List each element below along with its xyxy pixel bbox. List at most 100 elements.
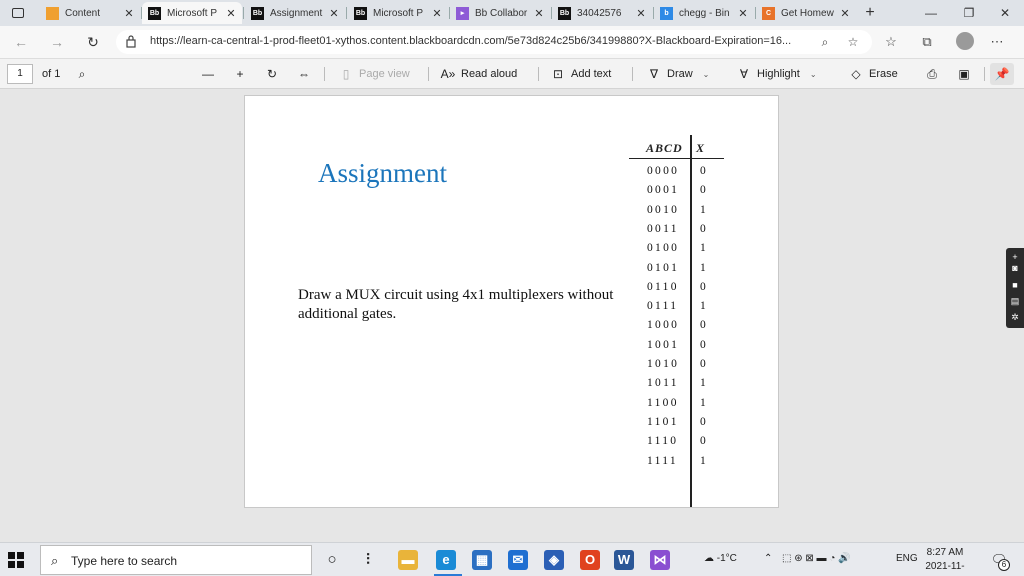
office-icon[interactable]: O bbox=[580, 550, 600, 570]
forward-button[interactable]: → bbox=[46, 32, 68, 52]
tab-title: 34042576 bbox=[577, 7, 622, 19]
favorites-icon[interactable]: ☆ bbox=[880, 31, 902, 53]
zoom-in-button[interactable]: + bbox=[232, 65, 253, 83]
pin-toolbar-icon[interactable]: 📌 bbox=[990, 63, 1014, 85]
erase-button[interactable]: ◇ Erase bbox=[848, 65, 897, 83]
output-bit: 1 bbox=[700, 203, 706, 216]
notification-badge: 6 bbox=[998, 559, 1010, 571]
pdf-page: Assignment Draw a MUX circuit using 4x1 … bbox=[244, 95, 779, 508]
task-view-icon[interactable]: ○ bbox=[322, 550, 342, 570]
more-menu-icon[interactable]: ⋯ bbox=[986, 31, 1008, 53]
read-aloud-button[interactable]: A» Read aloud bbox=[440, 65, 518, 83]
show-hidden-icons[interactable]: ⌃ bbox=[764, 553, 772, 564]
browser-tab[interactable]: Bb Microsoft P ✕ bbox=[142, 2, 242, 24]
tray-icons[interactable]: ⬚ ⊛ ⊠ ▬ ◔ 🔊 bbox=[782, 553, 851, 564]
table-row: 0010 1 bbox=[629, 204, 724, 220]
visual-studio-icon[interactable]: ⋈ bbox=[650, 550, 670, 570]
multitask-icon[interactable]: ⫶ bbox=[358, 550, 378, 570]
browser-tab[interactable]: ▸ Bb Collabor ✕ bbox=[450, 2, 550, 24]
video-icon[interactable]: ■ bbox=[1009, 280, 1021, 291]
profile-avatar[interactable] bbox=[956, 32, 974, 50]
close-tab-icon[interactable]: ✕ bbox=[430, 7, 444, 20]
browser-tab[interactable]: b chegg - Bin ✕ bbox=[654, 2, 754, 24]
camera-icon[interactable]: ◙ bbox=[1009, 263, 1021, 274]
fit-page-button[interactable]: ⇔ bbox=[296, 65, 317, 83]
input-bits: 0001 bbox=[647, 184, 680, 197]
notification-icon[interactable]: 🗨 6 bbox=[990, 551, 1010, 571]
input-bits: 0110 bbox=[647, 280, 679, 293]
close-tab-icon[interactable]: ✕ bbox=[634, 7, 648, 20]
tab-title: Content bbox=[65, 7, 101, 19]
edge-icon[interactable]: e bbox=[436, 550, 456, 570]
collections-icon[interactable]: ⧉ bbox=[916, 31, 938, 53]
settings-icon[interactable]: ✲ bbox=[1009, 312, 1021, 323]
output-bit: 0 bbox=[700, 222, 706, 235]
table-row: 1101 0 bbox=[629, 416, 724, 432]
add-favorite-icon[interactable]: ☆ bbox=[844, 33, 862, 51]
close-tab-icon[interactable]: ✕ bbox=[224, 7, 238, 20]
back-button[interactable]: ← bbox=[10, 32, 32, 52]
language-indicator[interactable]: ENG bbox=[896, 553, 918, 564]
browser-tab[interactable]: C Get Homew ✕ bbox=[756, 2, 856, 24]
taskbar-search[interactable]: ⌕ Type here to search bbox=[40, 545, 312, 575]
pdf-viewport[interactable]: Assignment Draw a MUX circuit using 4x1 … bbox=[0, 89, 1024, 542]
address-bar-row: ← → ↻ https://learn-ca-central-1-prod-fl… bbox=[0, 26, 1024, 58]
blackboard-icon: Bb bbox=[251, 6, 264, 20]
blackboard-icon: Bb bbox=[148, 6, 161, 20]
output-bit: 1 bbox=[700, 261, 706, 274]
browser-tab[interactable]: Bb Assignment ✕ bbox=[245, 2, 345, 24]
browser-tab[interactable]: Bb 34042576 ✕ bbox=[552, 2, 652, 24]
save-icon[interactable]: ▣ bbox=[956, 65, 977, 83]
system-clock[interactable]: 8:27 AM 2021-11-26 bbox=[920, 546, 970, 576]
close-tab-icon[interactable]: ✕ bbox=[736, 7, 750, 20]
word-icon[interactable]: W bbox=[614, 550, 634, 570]
lock-icon bbox=[126, 35, 136, 48]
find-icon[interactable]: ⌕ bbox=[74, 65, 95, 83]
mail-icon[interactable]: ✉ bbox=[508, 550, 528, 570]
close-tab-icon[interactable]: ✕ bbox=[838, 7, 852, 20]
page-number-input[interactable]: 1 bbox=[7, 64, 33, 84]
add-text-button[interactable]: ⊡ Add text bbox=[550, 65, 611, 83]
store-icon[interactable]: ▦ bbox=[472, 550, 492, 570]
new-tab-button[interactable]: + bbox=[860, 3, 880, 23]
zoom-out-button[interactable]: — bbox=[200, 65, 221, 83]
input-bits: 1111 bbox=[647, 454, 678, 467]
table-row: 0100 1 bbox=[629, 242, 724, 258]
refresh-button[interactable]: ↻ bbox=[82, 32, 104, 52]
tab-separator bbox=[346, 7, 347, 19]
plus-icon[interactable]: + bbox=[1009, 252, 1021, 263]
zoom-icon[interactable]: ⌕ bbox=[816, 33, 834, 51]
close-tab-icon[interactable]: ✕ bbox=[122, 7, 136, 20]
tab-actions-button[interactable] bbox=[6, 4, 30, 22]
truth-table-header: ABCD X bbox=[629, 141, 724, 159]
chevron-down-icon[interactable]: ⌄ bbox=[703, 70, 710, 79]
page-view-button[interactable]: ▯ Page view bbox=[338, 65, 410, 83]
print-icon[interactable]: ⎙ bbox=[924, 65, 945, 83]
temperature-label: -1°C bbox=[716, 553, 737, 564]
chevron-down-icon[interactable]: ⌄ bbox=[810, 70, 817, 79]
input-bits: 0111 bbox=[647, 300, 679, 313]
rotate-button[interactable]: ↻ bbox=[264, 65, 285, 83]
input-bits: 0000 bbox=[647, 165, 680, 177]
file-explorer-icon[interactable]: ▬ bbox=[398, 550, 418, 570]
input-bits: 0100 bbox=[647, 242, 680, 255]
output-bit: 1 bbox=[700, 377, 706, 390]
app-icon[interactable]: ◈ bbox=[544, 550, 564, 570]
close-tab-icon[interactable]: ✕ bbox=[532, 7, 546, 20]
address-bar[interactable]: https://learn-ca-central-1-prod-fleet01-… bbox=[116, 30, 872, 54]
browser-tab[interactable]: Content ✕ bbox=[40, 2, 140, 24]
weather-widget[interactable]: ☁ -1°C bbox=[704, 553, 737, 564]
close-window-button[interactable]: ✕ bbox=[982, 0, 1024, 26]
highlight-button[interactable]: ∀ Highlight ⌄ bbox=[736, 65, 817, 83]
browser-tab[interactable]: Bb Microsoft P ✕ bbox=[348, 2, 448, 24]
tab-title: chegg - Bin bbox=[679, 7, 730, 19]
image-icon[interactable]: ▤ bbox=[1009, 296, 1021, 307]
windows-start-icon[interactable] bbox=[8, 552, 24, 568]
document-title: Assignment bbox=[318, 158, 448, 188]
tab-title: Get Homew bbox=[781, 7, 834, 19]
draw-button[interactable]: ∇ Draw ⌄ bbox=[646, 65, 709, 83]
close-tab-icon[interactable]: ✕ bbox=[327, 7, 341, 20]
header-output: X bbox=[696, 141, 705, 155]
input-bits: 1010 bbox=[647, 358, 680, 370]
highlight-label: Highlight bbox=[757, 68, 800, 80]
